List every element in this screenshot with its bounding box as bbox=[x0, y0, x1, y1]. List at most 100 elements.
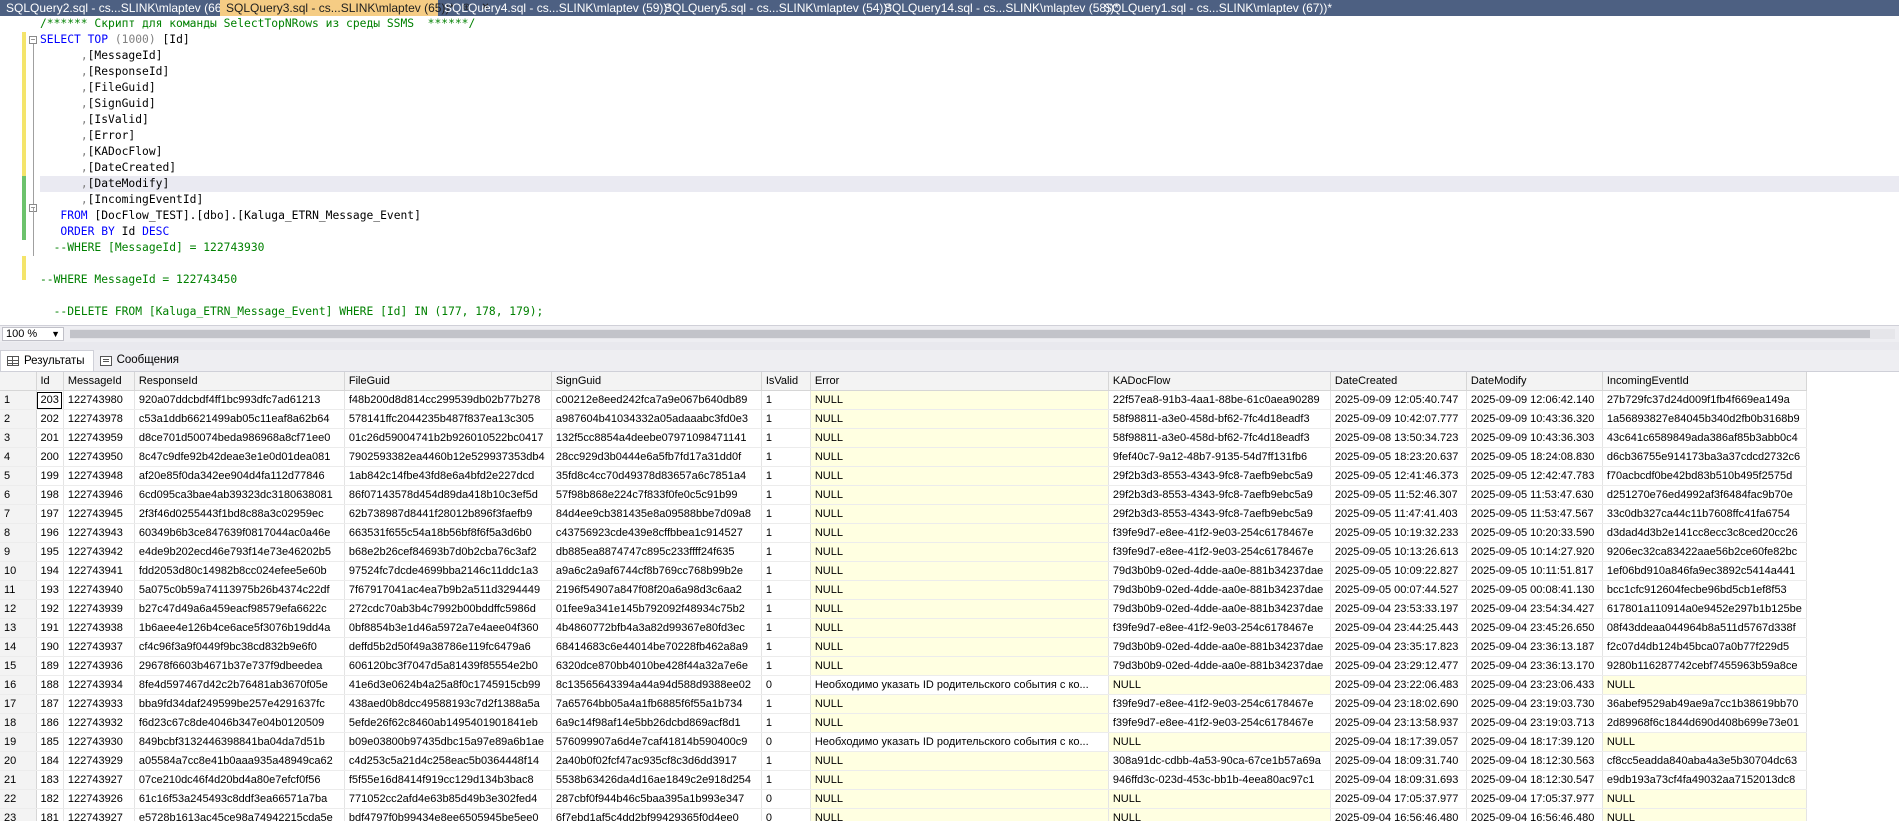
grid-cell[interactable]: 2025-09-05 11:53:47.630 bbox=[1466, 485, 1603, 505]
grid-cell[interactable]: 196 bbox=[36, 523, 64, 543]
grid-cell[interactable]: 2025-09-04 17:05:37.977 bbox=[1330, 789, 1467, 809]
grid-cell[interactable]: 122743942 bbox=[63, 542, 135, 562]
grid-cell[interactable]: 1 bbox=[761, 409, 811, 429]
grid-cell[interactable]: 122743933 bbox=[63, 694, 135, 714]
grid-cell[interactable]: 2025-09-04 23:35:17.823 bbox=[1330, 637, 1467, 657]
grid-cell[interactable]: 2025-09-05 10:20:33.590 bbox=[1466, 523, 1603, 543]
grid-cell[interactable]: f48b200d8d814cc299539db02b77b278 bbox=[344, 390, 552, 410]
grid-cell[interactable]: 122743927 bbox=[63, 770, 135, 790]
column-header[interactable]: MessageId bbox=[63, 372, 135, 391]
grid-cell[interactable]: 1ef06bd910a846fa9ec3892c5414a441 bbox=[1602, 561, 1807, 581]
grid-cell[interactable]: 62b738987d8441f28012b896f3faefb9 bbox=[344, 504, 552, 524]
grid-cell[interactable]: f2c07d4db124b45bca07a0b77f229d5 bbox=[1602, 637, 1807, 657]
grid-cell[interactable]: d8ce701d50074beda986968a8cf71ee0 bbox=[134, 428, 345, 448]
grid-cell[interactable]: 122743943 bbox=[63, 523, 135, 543]
table-row[interactable]: 5 199 122743948 af20e85f0da342ee904d4fa112d… bbox=[0, 466, 1807, 486]
grid-cell[interactable]: 29678f6603b4671b37e737f9dbeedea bbox=[134, 656, 345, 676]
row-number[interactable]: 18 bbox=[0, 713, 37, 733]
grid-cell[interactable]: b68e2b26cef84693b7d0b2cba76c3af2 bbox=[344, 542, 552, 562]
grid-cell[interactable]: 1 bbox=[761, 504, 811, 524]
grid-cell[interactable]: NULL bbox=[1602, 675, 1807, 695]
grid-cell[interactable]: 1 bbox=[761, 694, 811, 714]
grid-cell[interactable]: 438aed0b8dcc49588193c7d2f1388a5a bbox=[344, 694, 552, 714]
grid-cell[interactable]: 194 bbox=[36, 561, 64, 581]
table-row[interactable]: 12 192 122743939 b27c47d49a6a459eacf98579ef… bbox=[0, 599, 1807, 619]
grid-cell[interactable]: a9a6c2a9af6744cf8b769cc768b99b2e bbox=[551, 561, 762, 581]
grid-cell[interactable]: 61c16f53a245493c8ddf3ea66571a7ba bbox=[134, 789, 345, 809]
grid-cell[interactable]: 2025-09-04 18:17:39.120 bbox=[1466, 732, 1603, 752]
grid-cell[interactable]: db885ea8874747c895c233ffff24f635 bbox=[551, 542, 762, 562]
grid-cell[interactable]: 1 bbox=[761, 751, 811, 771]
grid-cell[interactable]: 185 bbox=[36, 732, 64, 752]
grid-cell[interactable]: 79d3b0b9-02ed-4dde-aa0e-881b34237dae bbox=[1108, 637, 1331, 657]
row-number[interactable]: 22 bbox=[0, 789, 37, 809]
grid-cell[interactable]: f39fe9d7-e8ee-41f2-9e03-254c6178467e bbox=[1108, 618, 1331, 638]
grid-cell[interactable]: 122743946 bbox=[63, 485, 135, 505]
grid-cell[interactable]: 2025-09-05 18:23:20.637 bbox=[1330, 447, 1467, 467]
tab-query-5[interactable]: SQLQuery1.sql - cs...SLINK\mlaptev (67))… bbox=[1098, 0, 1332, 16]
grid-cell[interactable]: 2025-09-04 16:56:46.480 bbox=[1330, 808, 1467, 821]
grid-cell[interactable]: 2025-09-04 17:05:37.977 bbox=[1466, 789, 1603, 809]
grid-cell[interactable]: 201 bbox=[36, 428, 64, 448]
grid-cell[interactable]: 771052cc2afd4e63b85d49b3e302fed4 bbox=[344, 789, 552, 809]
grid-cell[interactable]: 2025-09-09 10:42:07.777 bbox=[1330, 409, 1467, 429]
grid-cell[interactable]: b27c47d49a6a459eacf98579efa6622c bbox=[134, 599, 345, 619]
grid-cell[interactable]: 01c26d59004741b2b926010522bc0417 bbox=[344, 428, 552, 448]
grid-corner[interactable] bbox=[0, 372, 37, 391]
grid-cell[interactable]: 2025-09-05 10:13:26.613 bbox=[1330, 542, 1467, 562]
row-number[interactable]: 19 bbox=[0, 732, 37, 752]
grid-cell[interactable]: NULL bbox=[810, 504, 1109, 524]
grid-cell[interactable]: bdf4797f0b99434e8ee6505945be5ee0 bbox=[344, 808, 552, 821]
grid-cell[interactable]: 29f2b3d3-8553-4343-9fc8-7aefb9ebc5a9 bbox=[1108, 485, 1331, 505]
table-row[interactable]: 21 183 122743927 07ce210dc46f4d20bd4a80e7ef… bbox=[0, 770, 1807, 790]
grid-cell[interactable]: 2f3f46d0255443f1bd8c88a3c02959ec bbox=[134, 504, 345, 524]
grid-cell[interactable]: 9280b116287742cebf7455963b59a8ce bbox=[1602, 656, 1807, 676]
grid-cell[interactable]: 0 bbox=[761, 732, 811, 752]
row-number[interactable]: 2 bbox=[0, 409, 37, 429]
grid-cell[interactable]: 2025-09-04 16:56:46.480 bbox=[1466, 808, 1603, 821]
grid-cell[interactable]: 2025-09-05 10:14:27.920 bbox=[1466, 542, 1603, 562]
grid-cell[interactable]: 122743959 bbox=[63, 428, 135, 448]
grid-cell[interactable]: 2025-09-04 23:29:12.477 bbox=[1330, 656, 1467, 676]
grid-cell[interactable]: b09e03800b97435dbc15a97e89a6b1ae bbox=[344, 732, 552, 752]
grid-cell[interactable]: a05584a7cc8e41b0aaa935a48949ca62 bbox=[134, 751, 345, 771]
grid-cell[interactable]: 1 bbox=[761, 637, 811, 657]
grid-cell[interactable]: 4b4860772bfb4a3a82d99367e80fd3ec bbox=[551, 618, 762, 638]
grid-cell[interactable]: 122743937 bbox=[63, 637, 135, 657]
grid-cell[interactable]: 01fee9a341e145b792092f48934c75b2 bbox=[551, 599, 762, 619]
grid-cell[interactable]: 576099907a6d4e7caf41814b590400c9 bbox=[551, 732, 762, 752]
tab-query-4[interactable]: SQLQuery14.sql - cs...SLINK\mlaptev (58)… bbox=[878, 0, 1119, 16]
grid-cell[interactable]: 181 bbox=[36, 808, 64, 821]
grid-cell[interactable]: 27b729fc37d24d009f1fb4f669ea149a bbox=[1602, 390, 1807, 410]
grid-cell[interactable]: 43c641c6589849ada386af85b3abb0c4 bbox=[1602, 428, 1807, 448]
grid-cell[interactable]: 2025-09-05 12:42:47.783 bbox=[1466, 466, 1603, 486]
row-number[interactable]: 8 bbox=[0, 523, 37, 543]
grid-cell[interactable]: 6f7ebd1af5c4dd2bf99429365f0d4ee0 bbox=[551, 808, 762, 821]
tab-results[interactable]: Результаты bbox=[0, 350, 94, 371]
grid-cell[interactable]: 2025-09-08 13:50:34.723 bbox=[1330, 428, 1467, 448]
grid-cell[interactable]: 122743927 bbox=[63, 808, 135, 821]
grid-cell[interactable]: NULL bbox=[810, 390, 1109, 410]
table-row[interactable]: 19 185 122743930 849bcbf3132446398841ba04da… bbox=[0, 732, 1807, 752]
grid-cell[interactable]: 6320dce870bb4010be428f44a32a7e6e bbox=[551, 656, 762, 676]
grid-cell[interactable]: NULL bbox=[1108, 808, 1331, 821]
grid-cell[interactable]: 2d89968f6c1844d690d408b699e73e01 bbox=[1602, 713, 1807, 733]
grid-cell[interactable]: 79d3b0b9-02ed-4dde-aa0e-881b34237dae bbox=[1108, 656, 1331, 676]
grid-cell[interactable]: 58f98811-a3e0-458d-bf62-7fc4d18eadf3 bbox=[1108, 409, 1331, 429]
grid-cell[interactable]: NULL bbox=[810, 409, 1109, 429]
pane-splitter[interactable] bbox=[0, 342, 1899, 350]
grid-cell[interactable]: 8fe4d597467d42c2b76481ab3670f05e bbox=[134, 675, 345, 695]
grid-cell[interactable]: 272cdc70ab3b4c7992b00bddffc5986d bbox=[344, 599, 552, 619]
grid-cell[interactable]: 07ce210dc46f4d20bd4a80e7efcf0f56 bbox=[134, 770, 345, 790]
grid-cell[interactable]: 9206ec32ca83422aae56b2ce60fe82bc bbox=[1602, 542, 1807, 562]
grid-cell[interactable]: 0 bbox=[761, 808, 811, 821]
grid-cell[interactable]: NULL bbox=[810, 618, 1109, 638]
grid-cell[interactable]: NULL bbox=[810, 808, 1109, 821]
grid-cell[interactable]: 200 bbox=[36, 447, 64, 467]
grid-cell[interactable]: 2025-09-05 11:47:41.403 bbox=[1330, 504, 1467, 524]
grid-cell[interactable]: 122743948 bbox=[63, 466, 135, 486]
grid-cell[interactable]: 33c0db327ca44c11b7608ffc41fa6754 bbox=[1602, 504, 1807, 524]
grid-cell[interactable]: 1ab842c14fbe43fd8e6a4bfd2e227dcd bbox=[344, 466, 552, 486]
grid-cell[interactable]: 122743980 bbox=[63, 390, 135, 410]
grid-cell[interactable]: 1 bbox=[761, 390, 811, 410]
